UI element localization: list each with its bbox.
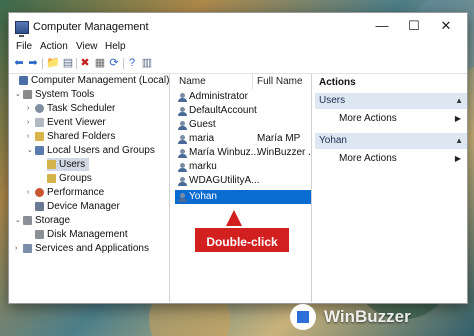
chevron-right-icon: ▶ — [454, 114, 461, 123]
chevron-right-icon[interactable]: › — [27, 130, 35, 143]
list-item[interactable]: Guest — [175, 118, 311, 132]
actions-section-users[interactable]: Users ▲ — [315, 93, 467, 109]
close-icon[interactable]: ✕ — [432, 17, 460, 35]
chevron-down-icon[interactable]: ⌄ — [15, 88, 23, 101]
computer-management-icon — [15, 21, 29, 37]
folder-icon — [47, 160, 56, 169]
actions-header: Actions — [319, 77, 356, 88]
toolbar: ⬅ ➡ 📁 ▤ ✖ ▦ ⟳ ? ▥ — [9, 55, 467, 74]
show-action-pane-icon[interactable]: ▥ — [141, 57, 153, 69]
services-icon — [23, 244, 32, 253]
minimize-icon[interactable]: — — [368, 17, 396, 35]
collapse-arrow-icon[interactable]: ▲ — [455, 133, 463, 149]
chevron-right-icon[interactable]: › — [15, 242, 23, 255]
properties-icon[interactable]: ▦ — [94, 57, 106, 69]
user-icon — [178, 93, 187, 102]
user-icon — [178, 193, 187, 202]
chevron-right-icon[interactable]: › — [27, 186, 35, 199]
chevron-down-icon[interactable]: ⌄ — [15, 214, 23, 227]
refresh-icon[interactable]: ⟳ — [108, 57, 120, 69]
storage-icon — [23, 216, 32, 225]
callout-pointer — [226, 210, 242, 226]
computer-management-window: Computer Management — ☐ ✕ File Action Vi… — [8, 12, 468, 304]
list-item-selected[interactable]: Yohan — [175, 190, 311, 204]
chevron-down-icon[interactable]: ⌄ — [27, 144, 35, 157]
list-item[interactable]: marku — [175, 160, 311, 174]
list-item[interactable]: María Winbuz... WinBuzzer ... — [175, 146, 311, 160]
help-icon[interactable]: ? — [126, 57, 138, 69]
toolbar-divider — [123, 58, 124, 69]
console-tree: Computer Management (Local) ⌄ System Tool… — [9, 74, 170, 302]
toolbar-divider — [76, 58, 77, 69]
tree-item-groups[interactable]: Groups — [47, 172, 92, 185]
double-click-callout: Double-click — [193, 226, 291, 254]
user-icon — [178, 107, 187, 116]
tree-item-local-users-and-groups[interactable]: ⌄ Local Users and Groups — [27, 144, 155, 157]
tree-item-shared-folders[interactable]: › Shared Folders — [27, 130, 115, 143]
list-item[interactable]: DefaultAccount — [175, 104, 311, 118]
tree-item-services-and-applications[interactable]: › Services and Applications — [15, 242, 149, 255]
title-bar: Computer Management — ☐ ✕ — [9, 13, 467, 41]
toolbar-divider — [42, 58, 43, 69]
up-folder-icon[interactable]: 📁 — [46, 57, 60, 69]
performance-icon — [35, 188, 44, 197]
user-list: Name Full Name Administrator DefaultAcco… — [175, 74, 312, 302]
menu-bar: File Action View Help — [9, 41, 467, 55]
chevron-right-icon[interactable]: › — [27, 116, 35, 129]
tree-item-computer-management[interactable]: Computer Management (Local) — [11, 74, 169, 87]
user-icon — [178, 121, 187, 130]
list-item[interactable]: WDAGUtilityA... — [175, 174, 311, 188]
column-header-name[interactable]: Name — [179, 74, 206, 89]
folder-icon — [47, 174, 56, 183]
disk-icon — [35, 230, 44, 239]
chevron-right-icon: ▶ — [454, 154, 461, 163]
tree-item-system-tools[interactable]: ⌄ System Tools — [15, 88, 94, 101]
tree-item-task-scheduler[interactable]: › Task Scheduler — [27, 102, 115, 115]
actions-section-yohan[interactable]: Yohan ▲ — [315, 133, 467, 149]
tree-item-users[interactable]: Users — [47, 158, 90, 171]
column-header-full-name[interactable]: Full Name — [257, 74, 303, 89]
menu-file[interactable]: File — [16, 41, 32, 52]
menu-help[interactable]: Help — [105, 41, 126, 52]
show-hide-tree-icon[interactable]: ▤ — [62, 57, 74, 69]
window-title: Computer Management — [33, 21, 149, 33]
winbuzzer-watermark: WinBuzzer — [290, 302, 470, 332]
tree-item-performance[interactable]: › Performance — [27, 186, 104, 199]
winbuzzer-logo-icon — [290, 304, 316, 330]
user-icon — [178, 135, 187, 144]
more-actions-yohan[interactable]: More Actions ▶ — [315, 151, 467, 167]
shared-folder-icon — [35, 132, 44, 141]
column-divider[interactable] — [252, 74, 253, 89]
user-icon — [178, 163, 187, 172]
back-arrow-icon[interactable]: ⬅ — [13, 57, 25, 69]
device-manager-icon — [35, 202, 44, 211]
more-actions-users[interactable]: More Actions ▶ — [315, 111, 467, 127]
computer-management-icon — [19, 76, 28, 85]
clock-icon — [35, 104, 44, 113]
collapse-arrow-icon[interactable]: ▲ — [455, 93, 463, 109]
tree-item-event-viewer[interactable]: › Event Viewer — [27, 116, 106, 129]
tree-item-device-manager[interactable]: Device Manager — [35, 200, 120, 213]
tree-item-storage[interactable]: ⌄ Storage — [15, 214, 70, 227]
forward-arrow-icon[interactable]: ➡ — [27, 57, 39, 69]
actions-pane: Actions Users ▲ More Actions ▶ Yohan ▲ M… — [315, 74, 467, 302]
event-viewer-icon — [35, 118, 44, 127]
chevron-right-icon[interactable]: › — [27, 102, 35, 115]
users-group-icon — [35, 146, 44, 155]
menu-action[interactable]: Action — [40, 41, 68, 52]
list-item[interactable]: Administrator — [175, 90, 311, 104]
menu-view[interactable]: View — [76, 41, 98, 52]
maximize-icon[interactable]: ☐ — [400, 17, 428, 35]
tree-item-disk-management[interactable]: Disk Management — [35, 228, 128, 241]
tools-icon — [23, 90, 32, 99]
delete-icon[interactable]: ✖ — [79, 57, 91, 69]
user-icon — [178, 177, 187, 186]
list-item[interactable]: maria María MP — [175, 132, 311, 146]
user-icon — [178, 149, 187, 158]
